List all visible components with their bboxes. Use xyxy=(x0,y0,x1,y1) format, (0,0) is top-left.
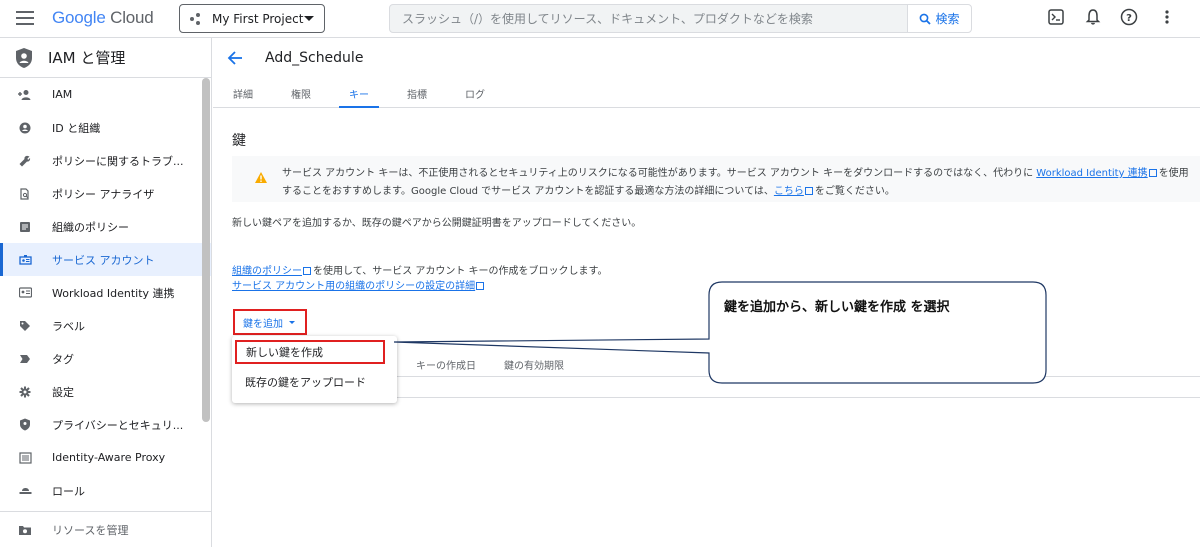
callout-text: 鍵を追加から、新しい鍵を作成 を選択 xyxy=(724,300,950,315)
callout-bubble xyxy=(393,281,1047,384)
